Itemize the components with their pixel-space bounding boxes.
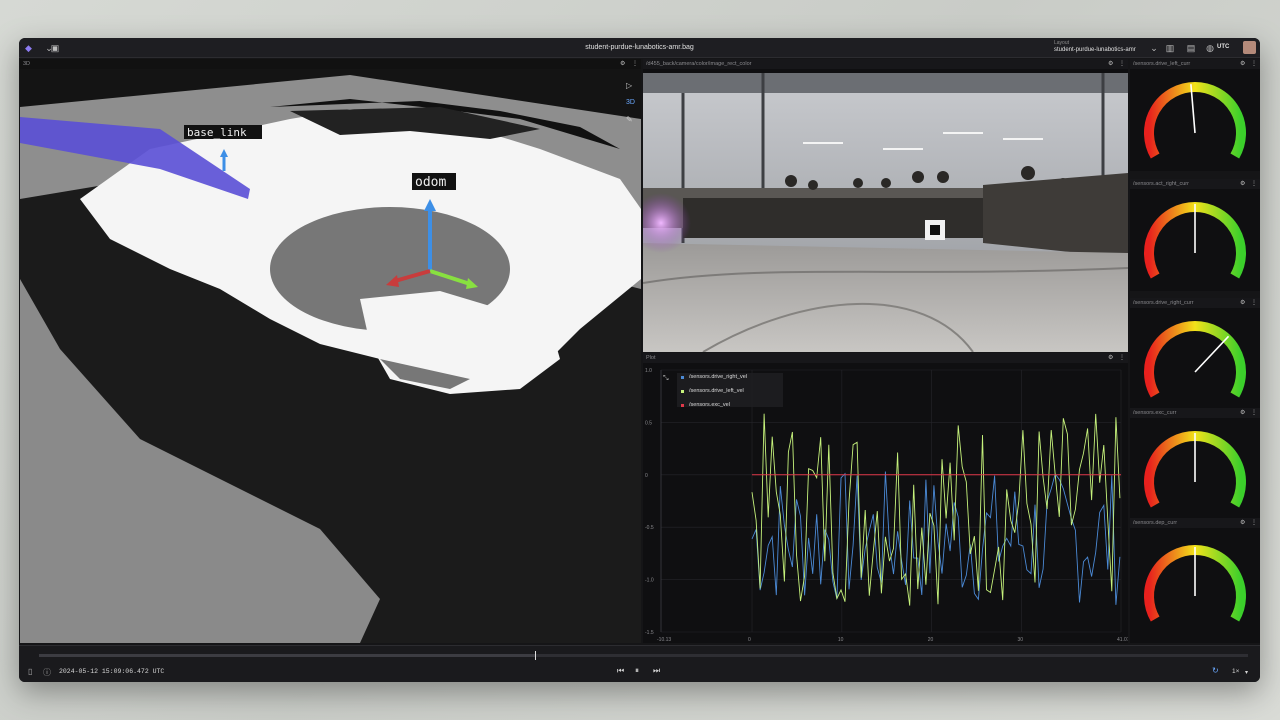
gauge-panel[interactable]: /sensors.act_right_curr ⚙ ⋮ [1130,179,1260,291]
legend-swatch [681,404,684,407]
chevron-down-icon[interactable]: ⌄ [1148,42,1160,54]
gauge-panel[interactable]: /sensors.exc_curr ⚙ ⋮ [1130,408,1260,520]
panel-title: /sensors.drive_left_curr [1133,61,1191,67]
more-icon[interactable]: ⋮ [1251,409,1257,416]
panel-title: Plot [646,355,656,361]
timeline-fill [39,654,535,657]
x-tick-label: 10 [838,637,844,643]
panel-title: /sensors.dep_curr [1133,520,1178,526]
y-tick-label: 1.0 [645,368,652,374]
right-sidebar-toggle-icon[interactable]: ▤ [1185,42,1197,54]
panel-header: /sensors.exc_curr ⚙ ⋮ [1130,408,1260,418]
gauge-dial [1144,321,1246,398]
x-tick-label: 41.07 [1117,637,1128,643]
layout-selector[interactable]: student-purdue-lunabotics-amr [1054,47,1136,53]
gauge-arc [1144,321,1246,398]
more-icon[interactable]: ⋮ [1119,354,1125,361]
gauge-dial [1144,82,1246,159]
plot-panel[interactable]: Plot ⚙ ⋮ 1.0 0.5 0 -0.5 -1.0 -1.5 -10.13 0 10 20 3… [643,353,1128,643]
more-icon[interactable]: ⋮ [1119,60,1125,67]
globe-icon[interactable]: ◍ [1204,42,1216,54]
view-3d-toggle[interactable]: 3D [626,99,635,106]
legend-item[interactable]: /sensors.drive_left_vel [689,388,744,394]
frame-label-base-link: base_link [187,126,247,139]
gear-icon[interactable]: ⚙ [1240,180,1245,187]
x-tick-label: -10.13 [657,637,671,643]
gear-icon[interactable]: ⚙ [620,60,625,67]
gear-icon[interactable]: ⚙ [1240,60,1245,67]
y-tick-label: -1.5 [645,630,654,636]
legend-swatch [681,376,684,379]
panel-header: /d455_back/camera/color/image_rect_color… [643,59,1128,69]
timezone-label[interactable]: UTC [1217,44,1229,50]
gear-icon[interactable]: ⚙ [1240,409,1245,416]
info-icon[interactable]: ⓘ [43,667,51,678]
panel-title: 3D [23,61,31,67]
more-icon[interactable]: ⋮ [1251,519,1257,526]
chevron-down-icon[interactable]: ▾ [1245,669,1248,676]
legend-item[interactable]: /sensors.drive_right_vel [689,374,747,380]
layout-label: Layout [1054,40,1070,46]
pause-icon[interactable]: ⏸ [635,666,639,676]
more-icon[interactable]: ⋮ [1251,180,1257,187]
measure-tool-icon[interactable]: ✎ [626,115,633,124]
more-icon[interactable]: ⋮ [1251,60,1257,67]
playback-bar: ▯ ⓘ 2024-05-12 15:09:06.472 UTC ⏮ ⏸ ⏭ ↻ … [19,645,1260,682]
panel-title: /sensors.act_right_curr [1133,181,1189,187]
plot-series-line [751,471,1121,605]
y-tick-label: -1.0 [645,578,654,584]
x-tick-label: 20 [928,637,934,643]
panel-title: /d455_back/camera/color/image_rect_color [646,61,752,67]
gauge-panel[interactable]: /sensors.drive_right_curr ⚙ ⋮ [1130,298,1260,410]
title-bar: ◆ ⌄ ▣ student-purdue-lunabotics-amr.bag … [19,38,1260,58]
collapse-icon[interactable]: ⤡ [663,375,669,383]
3d-panel[interactable]: 3D ⚙ ⋮ base_link odom ▷ 3D ✎ [20,59,641,643]
legend-item[interactable]: /sensors.exc_vel [689,402,730,408]
gauge-needle [1194,335,1230,373]
left-sidebar-toggle-icon[interactable]: ▥ [1164,42,1176,54]
camera-image [643,73,1128,352]
playback-speed-selector[interactable]: 1× [1232,668,1239,675]
frame-label-odom: odom [415,175,446,190]
legend-swatch [681,390,684,393]
panel-header: /sensors.drive_right_curr ⚙ ⋮ [1130,298,1260,308]
plot-legend: /sensors.drive_right_vel /sensors.drive_… [677,373,783,408]
seek-forward-icon[interactable]: ⏭ [653,666,660,676]
gear-icon[interactable]: ⚙ [1108,354,1113,361]
panel-title: /sensors.exc_curr [1133,410,1177,416]
3d-scene[interactable]: base_link odom [20,59,641,643]
timeline-scrubber[interactable] [39,651,1248,660]
panel-header: /sensors.drive_left_curr ⚙ ⋮ [1130,59,1260,69]
gauge-dial [1144,545,1246,622]
app-window: ◆ ⌄ ▣ student-purdue-lunabotics-amr.bag … [19,38,1260,682]
playback-timestamp[interactable]: 2024-05-12 15:09:06.472 UTC [59,668,164,675]
x-tick-label: 30 [1018,637,1024,643]
more-icon[interactable]: ⋮ [632,60,638,67]
panel-header: Plot ⚙ ⋮ [643,353,1128,363]
x-tick-label: 0 [748,637,751,643]
gear-icon[interactable]: ⚙ [1108,60,1113,67]
y-tick-label: 0.5 [645,420,652,426]
select-tool-icon[interactable]: ▷ [626,81,632,90]
gauge-dial [1144,202,1246,279]
gear-icon[interactable]: ⚙ [1240,299,1245,306]
panel-header: /sensors.dep_curr ⚙ ⋮ [1130,518,1260,528]
seek-backward-icon[interactable]: ⏮ [617,666,624,676]
y-tick-label: -0.5 [645,525,654,531]
gauge-dial [1144,431,1246,508]
timeline-playhead[interactable] [534,651,536,660]
gauge-arc [1144,82,1246,159]
avatar[interactable] [1243,41,1256,54]
panel-title: /sensors.drive_right_curr [1133,300,1194,306]
panel-header: 3D ⚙ ⋮ [20,59,641,69]
panel-header: /sensors.act_right_curr ⚙ ⋮ [1130,179,1260,189]
more-icon[interactable]: ⋮ [1251,299,1257,306]
playback-menu-icon[interactable]: ▯ [28,667,32,676]
loop-icon[interactable]: ↻ [1212,666,1219,675]
image-panel[interactable]: /d455_back/camera/color/image_rect_color… [643,59,1128,352]
gauge-panel[interactable]: /sensors.drive_left_curr ⚙ ⋮ [1130,59,1260,171]
gear-icon[interactable]: ⚙ [1240,519,1245,526]
y-tick-label: 0 [645,473,648,479]
gauge-panel[interactable]: /sensors.dep_curr ⚙ ⋮ [1130,518,1260,643]
